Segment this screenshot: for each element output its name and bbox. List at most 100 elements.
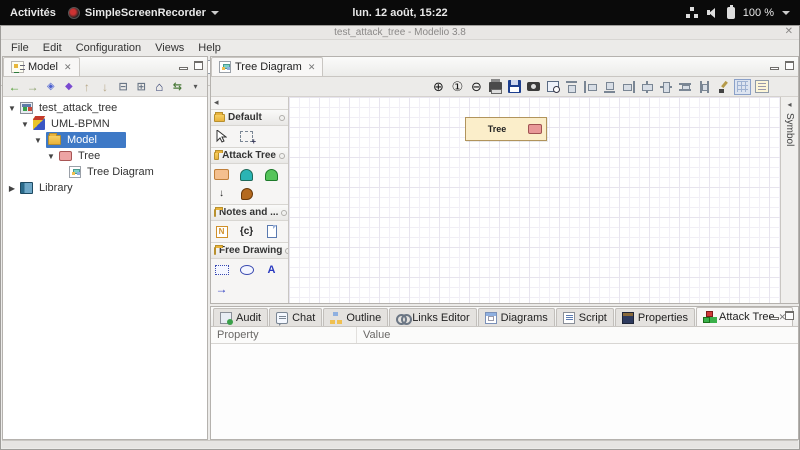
palette-section-free-drawing[interactable]: Free Drawing	[211, 242, 288, 259]
expander-icon[interactable]: ▼	[46, 152, 56, 161]
text-tool[interactable]: A	[263, 262, 280, 277]
align-left-button[interactable]	[582, 79, 599, 95]
menu-views[interactable]: Views	[149, 41, 190, 55]
minimize-panel-button[interactable]	[770, 66, 779, 70]
activities-button[interactable]: Activités	[10, 7, 56, 19]
save-image-button[interactable]	[506, 79, 523, 95]
previous-modification-button[interactable]: ◈	[42, 78, 59, 95]
menu-file[interactable]: File	[5, 41, 35, 55]
forward-button[interactable]: →	[24, 78, 41, 95]
screenshot-button[interactable]	[525, 79, 542, 95]
countermeasure-tool[interactable]	[238, 186, 255, 201]
tab-links-editor[interactable]: Links Editor	[389, 308, 477, 326]
tab-properties[interactable]: Properties	[614, 308, 696, 326]
back-button[interactable]: ←	[6, 78, 23, 95]
tree-item-project[interactable]: ▼ test_attack_tree	[3, 100, 207, 116]
align-top-button[interactable]	[563, 79, 580, 95]
palette-section-notes[interactable]: Notes and ...	[211, 204, 288, 221]
tree-item-uml-bpmn[interactable]: ▼ UML-BPMN	[3, 116, 207, 132]
window-titlebar[interactable]: test_attack_tree - Modelio 3.8 ✕	[1, 26, 799, 40]
symbol-sidebar[interactable]: ◂ Symbol	[780, 97, 798, 303]
center-horizontal-button[interactable]	[639, 79, 656, 95]
minimize-panel-button[interactable]	[770, 316, 779, 320]
menu-edit[interactable]: Edit	[37, 41, 68, 55]
tab-audit[interactable]: Audit	[213, 308, 269, 326]
tree-view-button[interactable]: ⊞	[133, 78, 150, 95]
tab-tree-diagram[interactable]: Tree Diagram ✕	[211, 57, 324, 76]
tree-item-tree-diagram[interactable]: Tree Diagram	[3, 164, 207, 180]
note-tool[interactable]: N	[213, 224, 230, 239]
print-button[interactable]	[487, 78, 504, 95]
same-height-button[interactable]	[696, 79, 713, 95]
zoom-selection-button[interactable]	[544, 79, 561, 95]
script-icon	[562, 311, 575, 324]
expander-icon[interactable]: ▼	[33, 136, 43, 145]
model-tree: ▼ test_attack_tree ▼ UML-BPMN ▼ Model ▼ …	[3, 97, 207, 439]
cursor-icon	[216, 130, 227, 143]
tab-model[interactable]: Model ✕	[3, 57, 80, 76]
diagram-canvas[interactable]: Tree	[289, 97, 780, 303]
menu-help[interactable]: Help	[192, 41, 227, 55]
tree-item-tree[interactable]: ▼ Tree	[3, 148, 207, 164]
palette-collapse-button[interactable]: ◂	[211, 97, 288, 109]
maximize-panel-button[interactable]	[194, 61, 203, 70]
tree-root-node[interactable]: Tree	[465, 117, 547, 141]
collapse-all-button[interactable]: ⊟	[115, 78, 132, 95]
document-tool[interactable]	[263, 224, 280, 239]
page-setup-button[interactable]	[753, 79, 770, 95]
sync-selection-button[interactable]: ⇆	[169, 78, 186, 95]
zoom-selection-icon	[546, 81, 560, 93]
move-up-button[interactable]: ↑	[78, 78, 95, 95]
palette-section-default[interactable]: Default	[211, 109, 288, 126]
maximize-panel-button[interactable]	[785, 311, 794, 320]
select-tool[interactable]	[213, 129, 230, 144]
expander-icon[interactable]: ▼	[20, 120, 30, 129]
view-menu-button[interactable]: ▾	[187, 78, 204, 95]
zoom-out-button[interactable]: ⊖	[468, 79, 485, 95]
tab-script[interactable]: Script	[555, 308, 614, 326]
home-button[interactable]: ⌂	[151, 78, 168, 95]
symbol-expand-icon[interactable]: ◂	[787, 100, 791, 109]
value-column-header[interactable]: Value	[357, 327, 798, 343]
link-tool[interactable]: ↓	[213, 186, 230, 201]
or-gate-tool[interactable]	[263, 167, 280, 182]
same-width-button[interactable]	[677, 79, 694, 95]
align-right-button[interactable]	[620, 79, 637, 95]
grid-icon	[737, 81, 748, 92]
marquee-tool[interactable]	[238, 129, 256, 146]
style-brush-button[interactable]	[715, 79, 732, 95]
attack-node-tool[interactable]	[213, 167, 230, 182]
window-close-button[interactable]: ✕	[785, 26, 793, 37]
minimize-panel-button[interactable]	[179, 66, 188, 70]
expander-icon[interactable]: ▼	[7, 104, 17, 113]
zoom-in-button[interactable]: ⊕	[430, 79, 447, 95]
system-tray[interactable]: 100 %	[685, 4, 800, 19]
property-table-header: Property Value	[211, 327, 798, 344]
clock[interactable]: lun. 12 août, 15:22	[352, 0, 447, 25]
tab-chat[interactable]: Chat	[269, 308, 323, 326]
ellipse-tool[interactable]	[238, 262, 255, 277]
move-down-button[interactable]: ↓	[96, 78, 113, 95]
toggle-grid-button[interactable]	[734, 78, 751, 95]
tree-diagram-tab-close-icon[interactable]: ✕	[308, 62, 316, 73]
line-tool[interactable]: →	[213, 281, 230, 296]
tree-item-library[interactable]: ▶ Library	[3, 180, 207, 196]
model-tab-close-icon[interactable]: ✕	[64, 62, 72, 73]
expander-icon[interactable]: ▶	[7, 184, 17, 193]
align-bottom-button[interactable]	[601, 79, 618, 95]
tree-item-model[interactable]: ▼ Model	[3, 132, 207, 148]
tab-outline[interactable]: Outline	[323, 308, 389, 326]
maximize-panel-button[interactable]	[785, 61, 794, 70]
zoom-100-button[interactable]: ①	[449, 79, 466, 95]
rectangle-tool[interactable]	[213, 262, 230, 277]
constraint-tool[interactable]: {c}	[238, 224, 255, 239]
palette-section-attack-tree[interactable]: Attack Tree	[211, 147, 288, 164]
next-modification-button[interactable]: ◆	[60, 78, 77, 95]
app-indicator[interactable]: SimpleScreenRecorder	[67, 6, 219, 19]
property-table-body[interactable]	[211, 344, 798, 439]
property-column-header[interactable]: Property	[211, 327, 357, 343]
menu-configuration[interactable]: Configuration	[70, 41, 147, 55]
tab-diagrams[interactable]: Diagrams	[477, 308, 555, 326]
center-vertical-button[interactable]	[658, 79, 675, 95]
and-gate-tool[interactable]	[238, 167, 255, 182]
